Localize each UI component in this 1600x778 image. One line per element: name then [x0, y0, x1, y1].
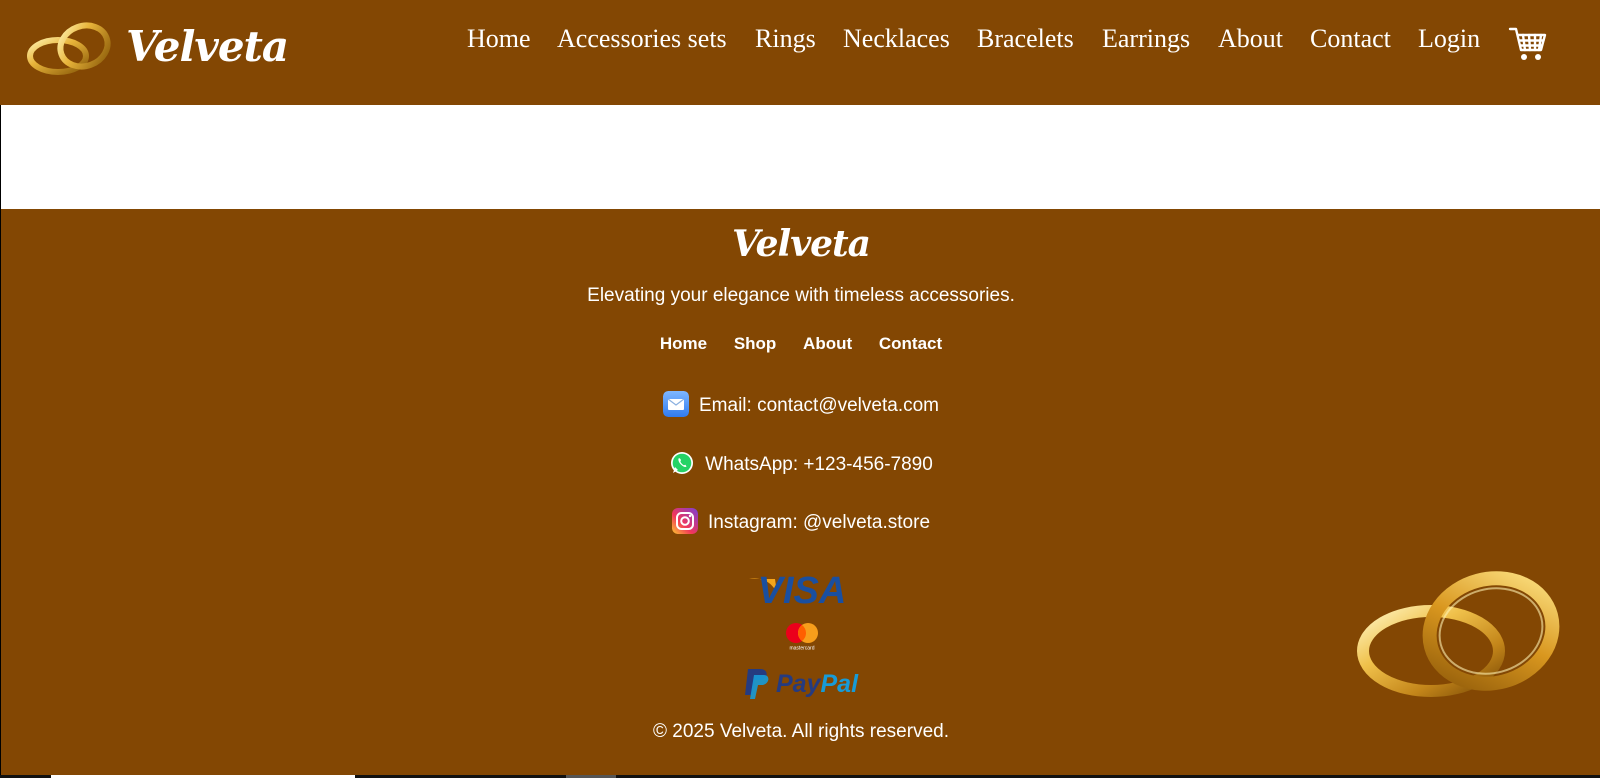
rings-logo-icon[interactable] — [26, 20, 114, 78]
nav-contact[interactable]: Contact — [1310, 24, 1391, 54]
whatsapp-icon — [671, 452, 694, 474]
nav-login[interactable]: Login — [1418, 24, 1480, 54]
paypal-logo: PayPal — [745, 669, 859, 699]
svg-text:PayPal: PayPal — [776, 670, 859, 698]
shopping-cart-icon[interactable] — [1508, 26, 1548, 62]
mastercard-text: mastercard — [789, 646, 814, 652]
instagram-icon — [671, 508, 698, 534]
paypal-pal-text: Pal — [820, 670, 859, 698]
paypal-pay-text: Pay — [776, 670, 822, 698]
visa-text: VISA — [758, 571, 847, 607]
nav-bracelets[interactable]: Bracelets — [977, 24, 1074, 54]
footer-brand: Velveta — [732, 223, 871, 265]
footer-link-about[interactable]: About — [803, 334, 852, 353]
footer-link-home[interactable]: Home — [660, 334, 707, 353]
footer-link-contact[interactable]: Contact — [879, 334, 942, 353]
whatsapp-text: WhatsApp: +123-456-7890 — [705, 454, 933, 476]
footer-tagline: Elevating your elegance with timeless ac… — [587, 285, 1015, 306]
instagram-text: Instagram: @velveta.store — [707, 512, 931, 534]
contact-whatsapp[interactable]: WhatsApp: +123-456-7890 — [1, 452, 1600, 478]
visa-logo: VISA — [749, 571, 847, 607]
site-header: Velveta Home Accessories sets Rings Neck… — [0, 0, 1600, 105]
contact-instagram[interactable]: Instagram: @velveta.store — [1, 508, 1600, 536]
nav-about[interactable]: About — [1218, 24, 1283, 54]
email-text: Email: contact@velveta.com — [699, 395, 939, 417]
brand-logo-text[interactable]: Velveta — [126, 22, 289, 71]
site-footer: Velveta Elevating your elegance with tim… — [1, 209, 1600, 775]
nav-necklaces[interactable]: Necklaces — [843, 24, 950, 54]
mastercard-logo: mastercard — [786, 623, 818, 652]
main-content — [1, 105, 1600, 209]
nav-home[interactable]: Home — [467, 24, 531, 54]
page: Velveta Home Accessories sets Rings Neck… — [0, 0, 1600, 778]
nav-earrings[interactable]: Earrings — [1102, 24, 1190, 54]
nav-accessories-sets[interactable]: Accessories sets — [557, 24, 727, 54]
nav-rings[interactable]: Rings — [755, 24, 816, 54]
email-icon — [663, 391, 689, 417]
gold-rings-image — [1357, 571, 1560, 697]
contact-email[interactable]: Email: contact@velveta.com — [1, 391, 1600, 419]
footer-link-shop[interactable]: Shop — [734, 334, 777, 353]
copyright-text: © 2025 Velveta. All rights reserved. — [653, 721, 949, 742]
footer-links: Home Shop About Contact — [1, 334, 1600, 354]
